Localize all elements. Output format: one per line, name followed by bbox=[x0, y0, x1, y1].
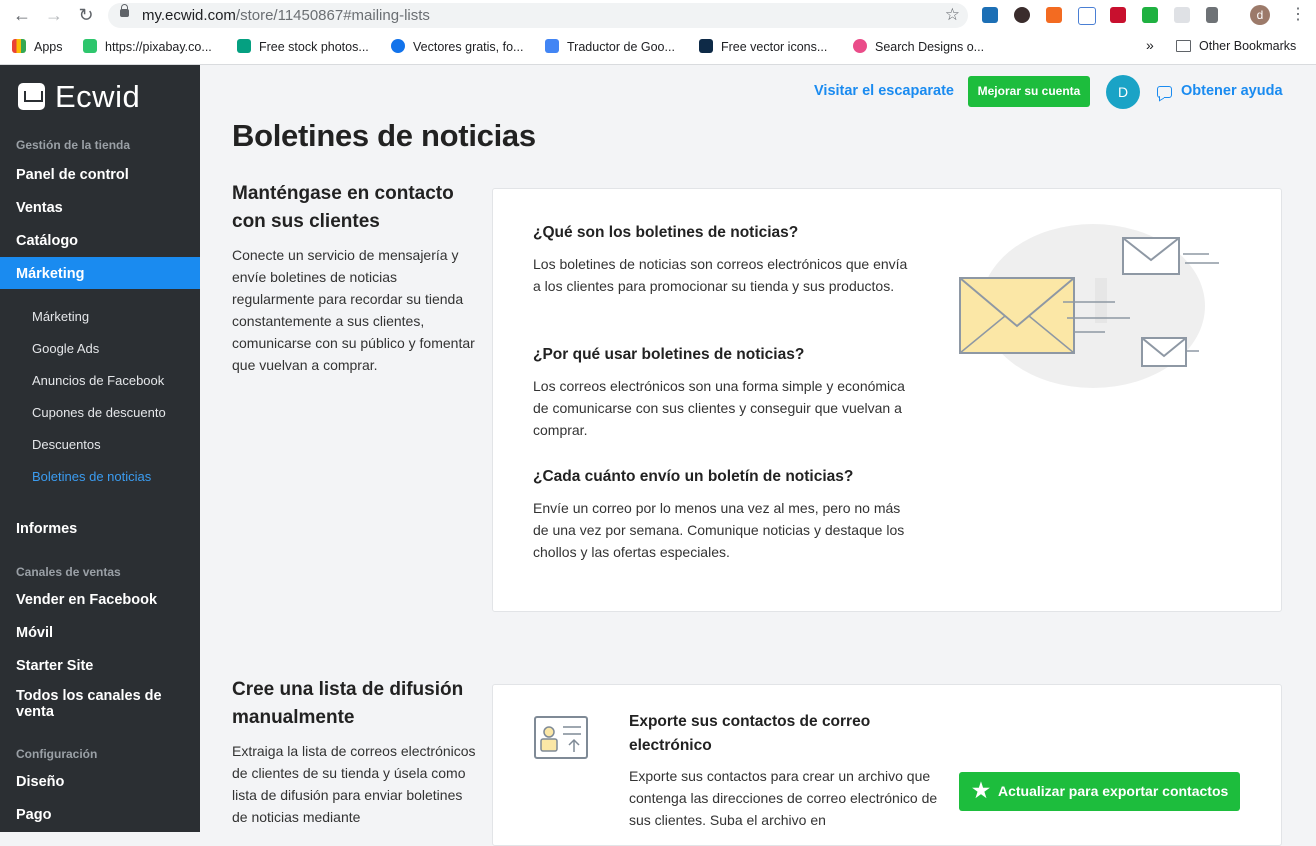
sidebar-item-marketing[interactable]: Márketing bbox=[16, 266, 85, 282]
section-label-config: Configuración bbox=[16, 747, 98, 761]
sidebar-item-starter[interactable]: Starter Site bbox=[16, 658, 93, 674]
envelopes-illustration bbox=[959, 224, 1219, 388]
export-title: Exporte sus contactos de correo electrón… bbox=[629, 713, 871, 754]
help-link[interactable]: Obtener ayuda bbox=[1181, 83, 1283, 99]
lock-icon bbox=[120, 4, 129, 17]
section-title-contact: Manténgase en contacto con sus clientes bbox=[232, 183, 454, 232]
section-label-store: Gestión de la tienda bbox=[16, 138, 131, 152]
upgrade-export-label: Actualizar para exportar contactos bbox=[998, 783, 1229, 799]
extension-icon[interactable] bbox=[1078, 7, 1096, 25]
google-translate-icon bbox=[545, 39, 559, 53]
export-desc: Exporte sus contactos para crear un arch… bbox=[629, 768, 938, 828]
bookmark-translate[interactable]: Traductor de Goo... bbox=[545, 39, 675, 54]
flaticon-icon bbox=[699, 39, 713, 53]
faq-answer: Los boletines de noticias son correos el… bbox=[533, 256, 908, 294]
bookmark-pexels[interactable]: Free stock photos... bbox=[237, 39, 369, 54]
section-title-broadcast: Cree una lista de difusión manualmente bbox=[232, 679, 464, 728]
faq-question: ¿Qué son los boletines de noticias? bbox=[533, 224, 799, 241]
sidebar-item-ventas[interactable]: Ventas bbox=[16, 200, 63, 216]
bookmark-apps[interactable]: Apps bbox=[12, 39, 63, 54]
extension-icon[interactable] bbox=[982, 7, 998, 23]
bookmark-flaticon[interactable]: Free vector icons... bbox=[699, 39, 827, 54]
section-label-channels: Canales de ventas bbox=[16, 565, 121, 579]
reload-icon[interactable]: ↻ bbox=[76, 5, 96, 25]
extension-icon[interactable] bbox=[1174, 7, 1190, 23]
sidebar-item-panel[interactable]: Panel de control bbox=[16, 167, 129, 183]
other-bookmarks[interactable]: Other Bookmarks bbox=[1176, 39, 1296, 53]
bookmark-pixabay[interactable]: https://pixabay.co... bbox=[83, 39, 212, 54]
sidebar-item-all-channels[interactable]: Todos los canales de venta bbox=[16, 688, 166, 720]
chat-bubble-icon[interactable] bbox=[1157, 86, 1172, 98]
dribbble-icon bbox=[853, 39, 867, 53]
submenu-item-marketing[interactable]: Márketing bbox=[32, 309, 89, 324]
sidebar-item-facebook[interactable]: Vender en Facebook bbox=[16, 592, 157, 608]
back-icon[interactable]: ← bbox=[12, 5, 32, 25]
url-text: my.ecwid.com/store/11450867#mailing-list… bbox=[142, 7, 430, 24]
sidebar-item-informes[interactable]: Informes bbox=[16, 521, 77, 537]
bookmark-star-icon[interactable]: ☆ bbox=[945, 5, 960, 25]
browser-chrome: ← → ↻ my.ecwid.com/store/11450867#mailin… bbox=[0, 0, 1316, 65]
bookmark-dribbble[interactable]: Search Designs o... bbox=[853, 39, 984, 54]
submenu-item-facebook-ads[interactable]: Anuncios de Facebook bbox=[32, 373, 164, 388]
browser-menu-icon[interactable]: ⋮ bbox=[1290, 4, 1306, 24]
submenu-item-newsletters[interactable]: Boletines de noticias bbox=[32, 469, 151, 484]
star-icon: ★ bbox=[972, 780, 990, 802]
extension-icon[interactable] bbox=[1142, 7, 1158, 23]
bookmarks-bar: Apps https://pixabay.co... Free stock ph… bbox=[0, 34, 1316, 60]
contact-export-icon bbox=[534, 716, 588, 759]
freepik-icon bbox=[391, 39, 405, 53]
cart-icon bbox=[18, 83, 45, 110]
profile-avatar[interactable]: d bbox=[1250, 5, 1270, 25]
account-avatar[interactable]: D bbox=[1106, 75, 1140, 109]
sidebar-item-catalogo[interactable]: Catálogo bbox=[16, 233, 78, 249]
folder-icon bbox=[1176, 40, 1191, 52]
sidebar-item-pago[interactable]: Pago bbox=[16, 807, 51, 823]
sidebar-item-diseno[interactable]: Diseño bbox=[16, 774, 64, 790]
apps-grid-icon bbox=[12, 39, 26, 53]
bookmarks-overflow[interactable]: » bbox=[1146, 37, 1154, 53]
page-title: Boletines de noticias bbox=[232, 118, 536, 153]
extension-icon[interactable] bbox=[1046, 7, 1062, 23]
extension-icon[interactable] bbox=[1110, 7, 1126, 23]
forward-icon[interactable]: → bbox=[44, 5, 64, 25]
upgrade-button[interactable]: Mejorar su cuenta bbox=[968, 76, 1090, 107]
section-desc-broadcast: Extraiga la lista de correos electrónico… bbox=[232, 743, 476, 825]
pixabay-icon bbox=[83, 39, 97, 53]
sidebar-item-movil[interactable]: Móvil bbox=[16, 625, 53, 641]
submenu-item-coupons[interactable]: Cupones de descuento bbox=[32, 405, 166, 420]
submenu-item-discounts[interactable]: Descuentos bbox=[32, 437, 101, 452]
faq-answer: Envíe un correo por lo menos una vez al … bbox=[533, 500, 905, 560]
faq-question: ¿Cada cuánto envío un boletín de noticia… bbox=[533, 468, 854, 485]
submenu-item-google-ads[interactable]: Google Ads bbox=[32, 341, 99, 356]
visit-store-link[interactable]: Visitar el escaparate bbox=[814, 83, 954, 99]
extension-icon[interactable] bbox=[1206, 7, 1218, 23]
extension-icon[interactable] bbox=[1014, 7, 1030, 23]
faq-question: ¿Por qué usar boletines de noticias? bbox=[533, 346, 805, 363]
bookmark-freepik[interactable]: Vectores gratis, fo... bbox=[391, 39, 523, 54]
faq-answer: Los correos electrónicos son una forma s… bbox=[533, 378, 905, 438]
address-bar[interactable]: my.ecwid.com/store/11450867#mailing-list… bbox=[108, 3, 968, 28]
pexels-icon bbox=[237, 39, 251, 53]
sidebar: Ecwid Gestión de la tienda Panel de cont… bbox=[0, 65, 200, 832]
upgrade-export-button[interactable]: ★ Actualizar para exportar contactos bbox=[959, 772, 1240, 811]
section-desc-contact: Conecte un servicio de mensajería y enví… bbox=[232, 247, 475, 373]
